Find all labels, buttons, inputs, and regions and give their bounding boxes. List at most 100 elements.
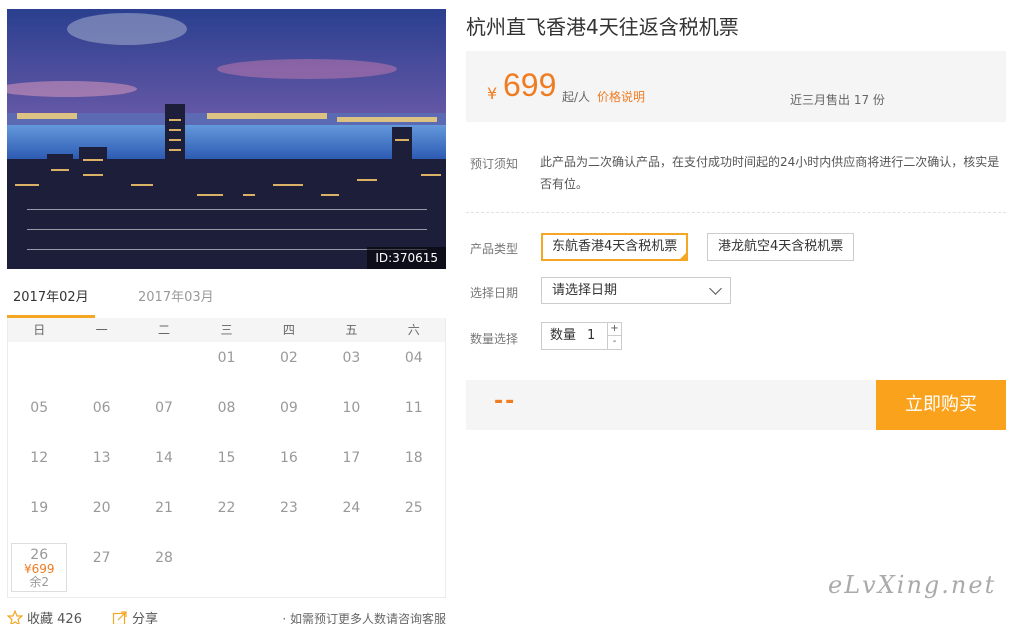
product-type-option[interactable]: 港龙航空4天含税机票 xyxy=(707,233,855,261)
calendar-day: 25 xyxy=(383,492,445,542)
currency-symbol: ¥ xyxy=(487,84,498,103)
day-number: 19 xyxy=(30,500,49,516)
price-box: ¥ 699 起/人 价格说明 近三月售出 17 份 xyxy=(466,51,1006,122)
day-number: 27 xyxy=(92,550,111,566)
date-dropdown-value: 请选择日期 xyxy=(552,283,618,298)
calendar-day: 07 xyxy=(133,392,195,442)
month-tabs: 2017年02月 2017年03月 xyxy=(7,284,446,318)
calendar-day: 04 xyxy=(383,342,445,392)
day-number: 28 xyxy=(155,550,173,566)
day-number: 22 xyxy=(217,500,236,516)
day-number: 04 xyxy=(404,350,423,366)
calendar-day: 02 xyxy=(258,342,320,392)
calendar-day: 03 xyxy=(320,342,382,392)
calendar-day: 01 xyxy=(195,342,257,392)
day-number: 02 xyxy=(280,350,298,366)
day-number: 01 xyxy=(217,350,236,366)
calendar-day: 28 xyxy=(133,542,195,592)
calendar-day: 20 xyxy=(70,492,132,542)
sold-count: 近三月售出 17 份 xyxy=(790,93,885,107)
day-number: 07 xyxy=(155,400,173,416)
day-number: 23 xyxy=(280,500,298,516)
notice-text: 此产品为二次确认产品，在支付成功时间起的24小时内供应商将进行二次确认，核实是否… xyxy=(540,155,1000,191)
day-number: 16 xyxy=(280,450,298,466)
product-type-option-label: 东航香港4天含税机票 xyxy=(552,239,678,254)
quantity-field-label: 数量 xyxy=(550,328,577,343)
day-number: 03 xyxy=(342,350,361,366)
chevron-down-icon xyxy=(709,282,722,295)
quantity-increase-button[interactable]: + xyxy=(607,323,621,336)
price-note-link[interactable]: 价格说明 xyxy=(597,88,645,105)
day-number: 06 xyxy=(92,400,111,416)
day-number: 12 xyxy=(30,450,49,466)
day-number: 15 xyxy=(217,450,236,466)
product-title: 杭州直飞香港4天往返含税机票 xyxy=(466,15,739,39)
day-number: 08 xyxy=(217,400,236,416)
favorite-button[interactable]: 收藏 426 xyxy=(7,608,82,624)
day-number: 18 xyxy=(404,450,423,466)
calendar-day: 18 xyxy=(383,442,445,492)
product-photo: ID:370615 xyxy=(7,9,446,269)
calendar-day: 09 xyxy=(258,392,320,442)
date-calendar: 日 一 二 三 四 五 六 01 02 03 04 05 06 07 08 09 10 11 12 13 14 15 16… xyxy=(7,318,446,598)
calendar-empty-cell xyxy=(8,342,70,392)
day-number: 25 xyxy=(404,500,423,516)
quantity-decrease-button[interactable]: - xyxy=(607,336,621,349)
calendar-day: 05 xyxy=(8,392,70,442)
share-button[interactable]: 分享 xyxy=(112,608,158,624)
calendar-grid: 01 02 03 04 05 06 07 08 09 10 11 12 13 14 15 16 17 18 19 20… xyxy=(8,342,445,592)
calendar-day: 23 xyxy=(258,492,320,542)
day-number: 09 xyxy=(280,400,298,416)
calendar-empty-cell xyxy=(133,342,195,392)
calendar-day: 17 xyxy=(320,442,382,492)
day-number: 17 xyxy=(342,450,361,466)
share-icon xyxy=(112,611,127,624)
calendar-day: 22 xyxy=(195,492,257,542)
consult-note: · 如需预订更多人数请咨询客服 xyxy=(282,612,446,624)
image-id-badge: ID:370615 xyxy=(367,247,446,269)
day-number: 20 xyxy=(92,500,111,516)
day-number: 11 xyxy=(404,400,423,416)
star-icon xyxy=(7,610,23,624)
product-type-option-label: 港龙航空4天含税机票 xyxy=(718,239,844,254)
per-person-label: 起/人 xyxy=(562,90,591,104)
weekday-label: 六 xyxy=(407,323,420,337)
weekday-label: 五 xyxy=(345,323,358,337)
date-dropdown[interactable]: 请选择日期 xyxy=(541,277,731,304)
calendar-day: 14 xyxy=(133,442,195,492)
calendar-day: 11 xyxy=(383,392,445,442)
weekday-label: 日 xyxy=(33,323,46,337)
watermark: eLvXing.net xyxy=(828,571,997,599)
buy-now-button[interactable]: 立即购买 xyxy=(876,380,1006,430)
quantity-value[interactable]: 1 xyxy=(587,323,595,349)
tab-2017-03[interactable]: 2017年03月 xyxy=(138,284,238,318)
share-label: 分享 xyxy=(132,612,159,624)
weekday-label: 一 xyxy=(95,323,108,337)
day-number: 13 xyxy=(92,450,111,466)
calendar-day: 16 xyxy=(258,442,320,492)
day-number: 24 xyxy=(342,500,361,516)
calendar-day: 27 xyxy=(70,542,132,592)
calendar-day: 19 xyxy=(8,492,70,542)
price-value: 699 xyxy=(503,67,557,103)
tab-2017-02[interactable]: 2017年02月 xyxy=(7,284,95,318)
calendar-empty-cell xyxy=(70,342,132,392)
weekday-header: 日一二三四五六 xyxy=(8,318,445,342)
product-actions: 收藏 426 分享 · 如需预订更多人数请咨询客服 xyxy=(7,606,446,624)
weekday-label: 三 xyxy=(220,323,233,337)
quantity-stepper: 数量 1 + - xyxy=(541,322,622,350)
calendar-day: 13 xyxy=(70,442,132,492)
check-icon: ✓ xyxy=(679,251,687,260)
day-number: 05 xyxy=(30,400,49,416)
date-label: 选择日期 xyxy=(470,286,519,300)
day-number: 14 xyxy=(155,450,173,466)
product-type-option-selected[interactable]: 东航香港4天含税机票 ✓ xyxy=(541,233,689,261)
day-number: 26 xyxy=(30,547,49,563)
day-number: 21 xyxy=(155,500,173,516)
calendar-day: 10 xyxy=(320,392,382,442)
calendar-day[interactable]: 26 ¥699 余2 xyxy=(11,543,68,592)
total-price: -- xyxy=(494,389,517,414)
calendar-day: 21 xyxy=(133,492,195,542)
calendar-day: 24 xyxy=(320,492,382,542)
day-number: 10 xyxy=(342,400,361,416)
